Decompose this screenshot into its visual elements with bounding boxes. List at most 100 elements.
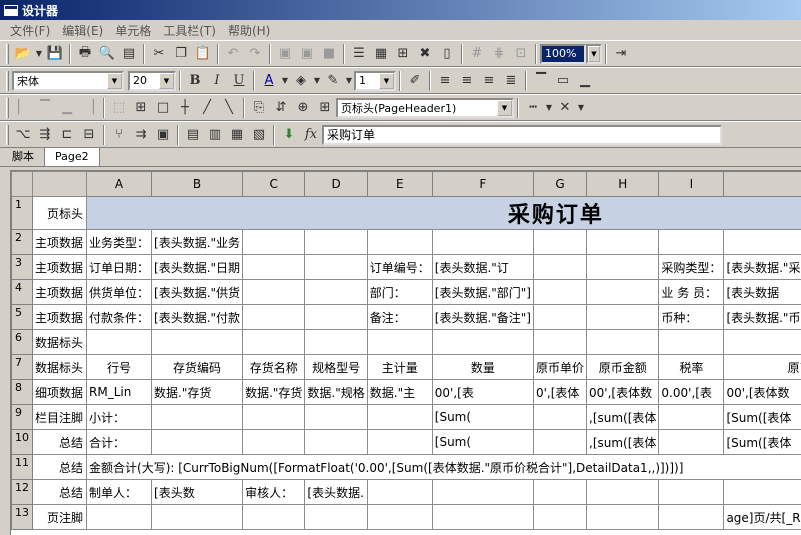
row-number[interactable]: 10 (11, 429, 33, 455)
grid-cell[interactable] (431, 504, 534, 530)
accept-icon[interactable]: ⬇ (278, 124, 300, 146)
grid-cell[interactable] (585, 279, 660, 305)
toolbar-grip[interactable] (6, 97, 9, 118)
tree-icon[interactable]: ⌥ (12, 124, 34, 146)
grid-cell[interactable]: [表头数据 (723, 279, 801, 305)
grid-cell[interactable] (431, 479, 534, 505)
tree-collapse-icon[interactable]: ⊏ (56, 124, 78, 146)
band-label[interactable]: 主项数据 (31, 254, 88, 280)
grid-cell[interactable] (532, 504, 588, 530)
line-color-icon[interactable]: ✎ (322, 70, 344, 92)
grid-cell[interactable] (532, 229, 588, 255)
row-number[interactable]: 4 (11, 279, 33, 305)
grid-cell[interactable] (304, 304, 368, 330)
grid-cell[interactable] (151, 429, 244, 455)
grid-cell[interactable]: 小计： (86, 404, 153, 430)
grid-cell[interactable] (304, 229, 368, 255)
tab-script[interactable]: 脚本 (2, 146, 44, 166)
grid-cell[interactable] (532, 304, 588, 330)
align-center-icon[interactable]: ≡ (456, 70, 478, 92)
column-header[interactable]: D (304, 171, 368, 197)
grid-cell[interactable]: [Sum( (431, 429, 534, 455)
row-number[interactable]: 5 (11, 304, 33, 330)
column-header[interactable]: C (242, 171, 306, 197)
grid-cell[interactable] (585, 304, 660, 330)
grid-cell[interactable]: 存货编码 (151, 354, 244, 380)
align-left-icon[interactable]: ≡ (434, 70, 456, 92)
row-number[interactable]: 9 (11, 404, 33, 430)
grid-cell[interactable]: 原币税额 (723, 354, 801, 380)
border-all-icon[interactable]: ⊞ (130, 97, 152, 119)
grid-cell[interactable]: 审核人： (242, 479, 306, 505)
report-title-cell[interactable]: 采购订单 (86, 196, 801, 230)
grid-cell[interactable] (151, 329, 244, 355)
grid-cell[interactable]: 0',[表体 (532, 379, 588, 405)
grid-cell[interactable]: [表头数据. (304, 479, 368, 505)
border-inner-icon[interactable]: ┼ (174, 97, 196, 119)
grid-cell[interactable] (304, 254, 368, 280)
insert-row-icon[interactable]: ☰ (348, 43, 370, 65)
grid-cell[interactable]: 付款条件： (86, 304, 153, 330)
column-header[interactable]: B (151, 171, 244, 197)
column-header[interactable]: F (431, 171, 534, 197)
grid-cell[interactable]: ,[sum([表体 (585, 404, 660, 430)
tab-page2[interactable]: Page2 (44, 147, 100, 166)
row-number[interactable]: 8 (11, 379, 33, 405)
report-grid-icon[interactable]: ▦ (226, 124, 248, 146)
grid-cell[interactable]: 0.00',[表 (658, 379, 725, 405)
band-label[interactable]: 细项数据 (31, 379, 88, 405)
grid-cell[interactable] (658, 329, 725, 355)
grid-cell[interactable] (585, 229, 660, 255)
band-label[interactable]: 栏目注脚 (31, 404, 88, 430)
band-insert-icon[interactable]: ⊞ (314, 97, 336, 119)
fx-icon[interactable]: fx (300, 124, 322, 146)
grid-cell[interactable] (723, 229, 801, 255)
grid-cell[interactable]: 制单人： (86, 479, 153, 505)
grid-cell[interactable]: [Sum([表体 (723, 404, 801, 430)
delete-icon[interactable]: ✖ (414, 43, 436, 65)
row-number[interactable]: 13 (11, 504, 33, 530)
merged-cell[interactable]: 金额合计(大写): [CurrToBigNum([FormatFloat('0.… (86, 454, 801, 480)
exit-icon[interactable]: ⇥ (610, 43, 632, 65)
band-label[interactable]: 主项数据 (31, 304, 88, 330)
grid-cell[interactable]: 数据."存货 (151, 379, 244, 405)
italic-button[interactable]: I (206, 70, 228, 92)
grid-cell[interactable] (431, 229, 534, 255)
grid-cell[interactable] (585, 504, 660, 530)
grid-cell[interactable]: 采购类型： (658, 254, 725, 280)
row-number[interactable]: 3 (11, 254, 33, 280)
outline-icon[interactable]: ⑂ (108, 124, 130, 146)
toolbar-grip[interactable] (6, 43, 9, 64)
grid-cell[interactable] (723, 329, 801, 355)
fill-color-icon[interactable]: ◈ (290, 70, 312, 92)
menu-cell[interactable]: 单元格 (109, 22, 157, 39)
column-header[interactable]: I (658, 171, 725, 197)
band-move-icon[interactable]: ⇵ (270, 97, 292, 119)
band-label[interactable]: 数据标头 (31, 354, 88, 380)
grid-corner[interactable] (11, 171, 33, 197)
close-icon[interactable]: ✕ (554, 97, 576, 119)
tree-expand-icon[interactable]: ⇶ (34, 124, 56, 146)
formula-input[interactable]: 采购订单 (322, 124, 722, 145)
line-width-select[interactable]: 1 ▼ (354, 70, 396, 91)
row-number[interactable]: 6 (11, 329, 33, 355)
grid-cell[interactable]: [表头数据."日期 (151, 254, 244, 280)
tree-view-icon[interactable]: ⊟ (78, 124, 100, 146)
grid-cell[interactable] (366, 429, 433, 455)
grid-cell[interactable]: 部门： (366, 279, 433, 305)
grid-cell[interactable]: 数据."存货 (242, 379, 306, 405)
merge-cells-icon[interactable]: ⊡ (510, 43, 532, 65)
grid-cell[interactable]: [表头数据."供货 (151, 279, 244, 305)
grid-cell[interactable]: [表头数据."付款 (151, 304, 244, 330)
grid-cell[interactable] (242, 229, 306, 255)
line-style-icon[interactable]: ┅ (522, 97, 544, 119)
design-sheet[interactable]: ABCDEFGHIJKL 1页标头采购订单2主项数据业务类型：[表头数据."业务… (10, 170, 801, 535)
grid-cell[interactable] (585, 479, 660, 505)
grid-cell[interactable] (431, 329, 534, 355)
zoom-select[interactable]: 100% (540, 43, 586, 64)
grid-cell[interactable]: 原币金额 (585, 354, 660, 380)
row-number[interactable]: 12 (11, 479, 33, 505)
grid-cell[interactable]: 存货名称 (242, 354, 306, 380)
underline-button[interactable]: U (228, 70, 250, 92)
column-header[interactable]: E (366, 171, 433, 197)
